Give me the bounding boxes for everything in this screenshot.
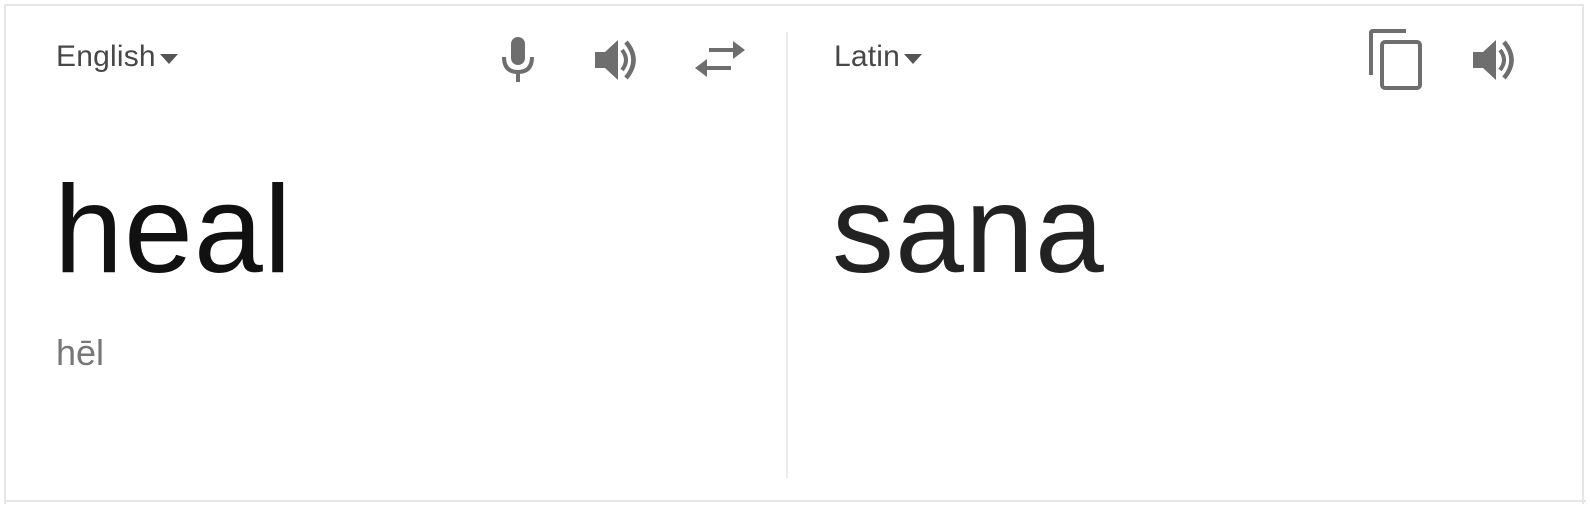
copy-icon <box>1368 29 1424 91</box>
target-pane: Latin sana <box>786 6 1582 504</box>
source-pane: English heal hēl <box>6 6 786 504</box>
swap-languages-icon <box>693 38 747 82</box>
translation-card: English heal hēl Latin sana <box>4 4 1584 504</box>
translated-text[interactable]: sana <box>832 168 1105 292</box>
chevron-down-icon <box>904 53 923 64</box>
chevron-down-icon <box>159 53 178 64</box>
bottom-divider <box>4 500 1586 502</box>
source-listen-button[interactable] <box>588 30 648 90</box>
source-language-select[interactable]: English <box>56 40 178 74</box>
source-text[interactable]: heal <box>54 168 292 292</box>
target-language-select[interactable]: Latin <box>834 40 923 74</box>
source-language-label: English <box>56 40 156 73</box>
speaker-icon <box>1469 35 1523 85</box>
source-phonetic: hēl <box>56 332 105 373</box>
swap-languages-button[interactable] <box>690 30 750 90</box>
speaker-icon <box>591 35 645 85</box>
microphone-icon <box>498 35 538 85</box>
microphone-button[interactable] <box>488 30 548 90</box>
target-language-label: Latin <box>834 40 901 73</box>
target-listen-button[interactable] <box>1466 30 1526 90</box>
copy-button[interactable] <box>1366 29 1426 91</box>
